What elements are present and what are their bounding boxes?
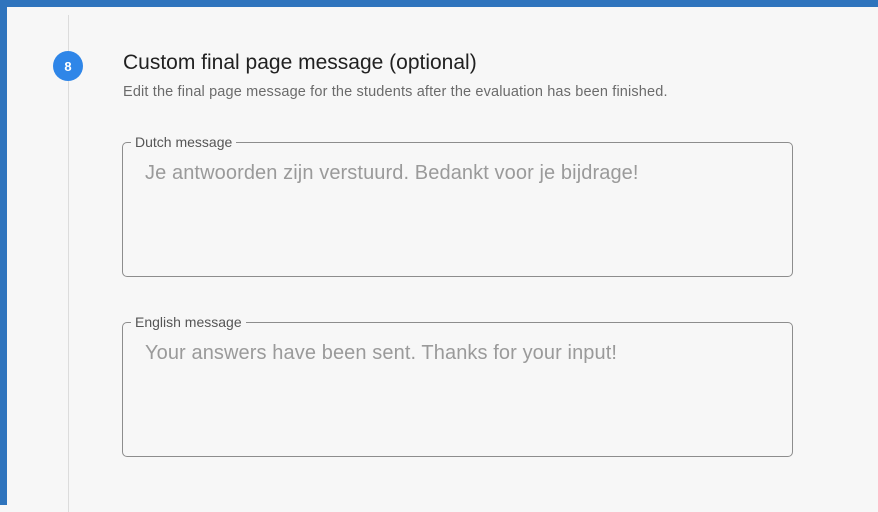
step-number-badge: 8 [53,51,83,81]
dutch-message-label: Dutch message [135,134,233,150]
english-message-field[interactable]: English message Your answers have been s… [122,314,793,457]
stepper-connector-line [68,15,69,512]
step-panel: 8 Custom final page message (optional) E… [0,0,878,512]
english-message-input[interactable]: Your answers have been sent. Thanks for … [145,342,770,365]
dutch-message-field[interactable]: Dutch message Je antwoorden zijn verstuu… [122,134,793,277]
english-message-label: English message [135,314,242,330]
dutch-message-input[interactable]: Je antwoorden zijn verstuurd. Bedankt vo… [145,162,770,185]
step-title: Custom final page message (optional) [123,51,477,74]
step-subtitle: Edit the final page message for the stud… [123,84,668,100]
